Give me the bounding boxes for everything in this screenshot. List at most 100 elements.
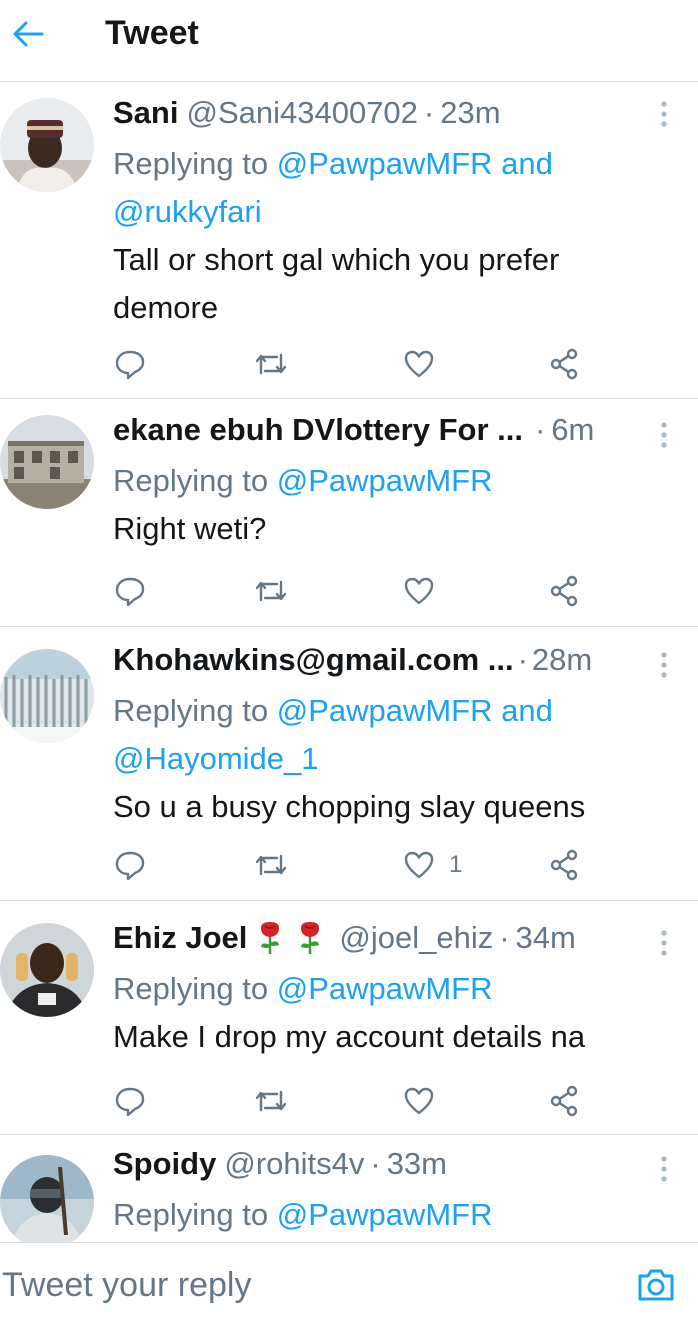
- tweet-actions: [113, 1081, 583, 1121]
- arrow-left-icon: [13, 21, 44, 47]
- replying-prefix: Replying to: [113, 146, 269, 181]
- display-name[interactable]: Spoidy: [113, 1145, 216, 1183]
- heart-icon: [404, 350, 434, 378]
- replying-to: Replying to @PawpawMFR and @rukkyfari: [113, 140, 658, 236]
- timestamp: 28m: [531, 642, 593, 677]
- retweet-button[interactable]: [253, 344, 289, 384]
- like-button[interactable]: [403, 1081, 435, 1121]
- avatar[interactable]: [0, 1155, 94, 1242]
- retweet-icon: [255, 353, 287, 375]
- display-name[interactable]: ekane ebuh DVlottery For ...: [113, 411, 523, 449]
- separator: ·: [517, 642, 528, 677]
- tweet-item[interactable]: Spoidy @rohits4v · 33m Replying to @Pawp…: [0, 1135, 698, 1242]
- camera-button[interactable]: [636, 1267, 676, 1303]
- avatar[interactable]: [0, 415, 94, 509]
- replying-prefix: Replying to: [113, 971, 269, 1006]
- tweet-meta: Ehiz Joel @joel_ehiz · 34m: [113, 919, 658, 957]
- replying-to: Replying to @PawpawMFR and @Hayomide_1: [113, 687, 658, 783]
- more-vertical-icon: [661, 652, 667, 678]
- more-vertical-icon: [661, 930, 667, 956]
- separator: ·: [370, 1146, 381, 1181]
- tweet-meta: Sani @Sani43400702 · 23m: [113, 94, 658, 132]
- mention-link[interactable]: @rukkyfari: [113, 194, 262, 229]
- reply-icon: [115, 1087, 145, 1117]
- replying-to: Replying to @PawpawMFR: [113, 965, 658, 1013]
- replying-to: Replying to @PawpawMFR: [113, 457, 658, 505]
- display-name[interactable]: Khohawkins@gmail.com ...: [113, 641, 514, 679]
- share-button[interactable]: [549, 571, 579, 611]
- separator: ·: [423, 95, 435, 130]
- user-handle[interactable]: @rohits4v: [224, 1145, 364, 1183]
- tweet-item[interactable]: ekane ebuh DVlottery For ... · 6m Replyi…: [0, 399, 698, 627]
- more-vertical-icon: [661, 1156, 667, 1182]
- share-icon: [550, 575, 578, 607]
- heart-icon: [404, 1087, 434, 1115]
- more-button[interactable]: [652, 647, 676, 683]
- retweet-button[interactable]: [253, 571, 289, 611]
- replying-prefix: Replying to: [113, 1197, 269, 1232]
- avatar[interactable]: [0, 649, 94, 743]
- reply-button[interactable]: [113, 344, 147, 384]
- retweet-button[interactable]: [253, 845, 289, 885]
- separator: ·: [534, 412, 546, 447]
- heart-icon: [404, 851, 434, 879]
- avatar[interactable]: [0, 98, 94, 192]
- more-button[interactable]: [652, 96, 676, 132]
- mention-link[interactable]: @PawpawMFR: [277, 463, 493, 498]
- tweet-item[interactable]: Khohawkins@gmail.com ... · 28m Replying …: [0, 627, 698, 901]
- more-button[interactable]: [652, 1151, 676, 1187]
- tweet-meta: Khohawkins@gmail.com ... · 28m: [113, 641, 658, 679]
- timestamp: 6m: [551, 412, 595, 447]
- retweet-icon: [255, 580, 287, 602]
- reply-button[interactable]: [113, 571, 147, 611]
- replying-prefix: Replying to: [113, 693, 269, 728]
- share-button[interactable]: [549, 845, 579, 885]
- tweet-text-line: demore: [113, 290, 219, 325]
- like-button[interactable]: [403, 344, 435, 384]
- display-name[interactable]: Sani: [113, 94, 178, 132]
- mention-link[interactable]: @PawpawMFR and: [277, 693, 553, 728]
- retweet-button[interactable]: [253, 1081, 289, 1121]
- tweet-text-line: Make I drop my account details na: [113, 1019, 586, 1054]
- replies-list[interactable]: Sani @Sani43400702 · 23m Replying to @Pa…: [0, 82, 698, 1242]
- avatar[interactable]: [0, 923, 94, 1017]
- reply-button[interactable]: [113, 845, 147, 885]
- heart-icon: [404, 577, 434, 605]
- like-button[interactable]: [403, 571, 435, 611]
- tweet-item[interactable]: Sani @Sani43400702 · 23m Replying to @Pa…: [0, 82, 698, 399]
- timestamp: 33m: [386, 1146, 447, 1181]
- tweet-text: Tall or short gal which you prefer demor…: [113, 236, 658, 332]
- mention-link[interactable]: @PawpawMFR: [277, 1197, 493, 1232]
- back-button[interactable]: [8, 12, 48, 56]
- user-handle[interactable]: @Sani43400702: [186, 94, 417, 132]
- tweet-item[interactable]: Ehiz Joel @joel_ehiz · 34m Replying to @…: [0, 901, 698, 1135]
- tweet-actions: [113, 571, 583, 611]
- share-button[interactable]: [549, 344, 579, 384]
- reply-button[interactable]: [113, 1081, 147, 1121]
- display-name[interactable]: Ehiz Joel: [113, 919, 247, 957]
- tweet-text-line: So u a busy chopping slay queens: [113, 789, 586, 824]
- tweet-actions: 1: [113, 845, 583, 885]
- rose-icon: [261, 922, 280, 954]
- like-count: 1: [449, 851, 463, 878]
- rose-emojis: [257, 921, 323, 955]
- share-icon: [550, 849, 578, 881]
- mention-link[interactable]: @Hayomide_1: [113, 741, 319, 776]
- separator: ·: [499, 920, 510, 955]
- like-button[interactable]: 1: [403, 845, 462, 885]
- tweet-text-line: Tall or short gal which you prefer: [113, 242, 560, 277]
- tweet-actions: [113, 344, 583, 384]
- user-handle[interactable]: @joel_ehiz: [339, 919, 493, 957]
- more-button[interactable]: [652, 417, 676, 453]
- share-button[interactable]: [549, 1081, 579, 1121]
- top-app-bar: Tweet: [0, 0, 698, 82]
- reply-input[interactable]: [0, 1263, 600, 1307]
- camera-icon: [638, 1269, 674, 1301]
- mention-link[interactable]: @PawpawMFR: [277, 971, 493, 1006]
- reply-icon: [115, 577, 145, 607]
- reply-icon: [115, 851, 145, 881]
- more-button[interactable]: [652, 925, 676, 961]
- rose-icon: [301, 922, 320, 954]
- mention-link[interactable]: @PawpawMFR and: [277, 146, 553, 181]
- reply-icon: [115, 350, 145, 380]
